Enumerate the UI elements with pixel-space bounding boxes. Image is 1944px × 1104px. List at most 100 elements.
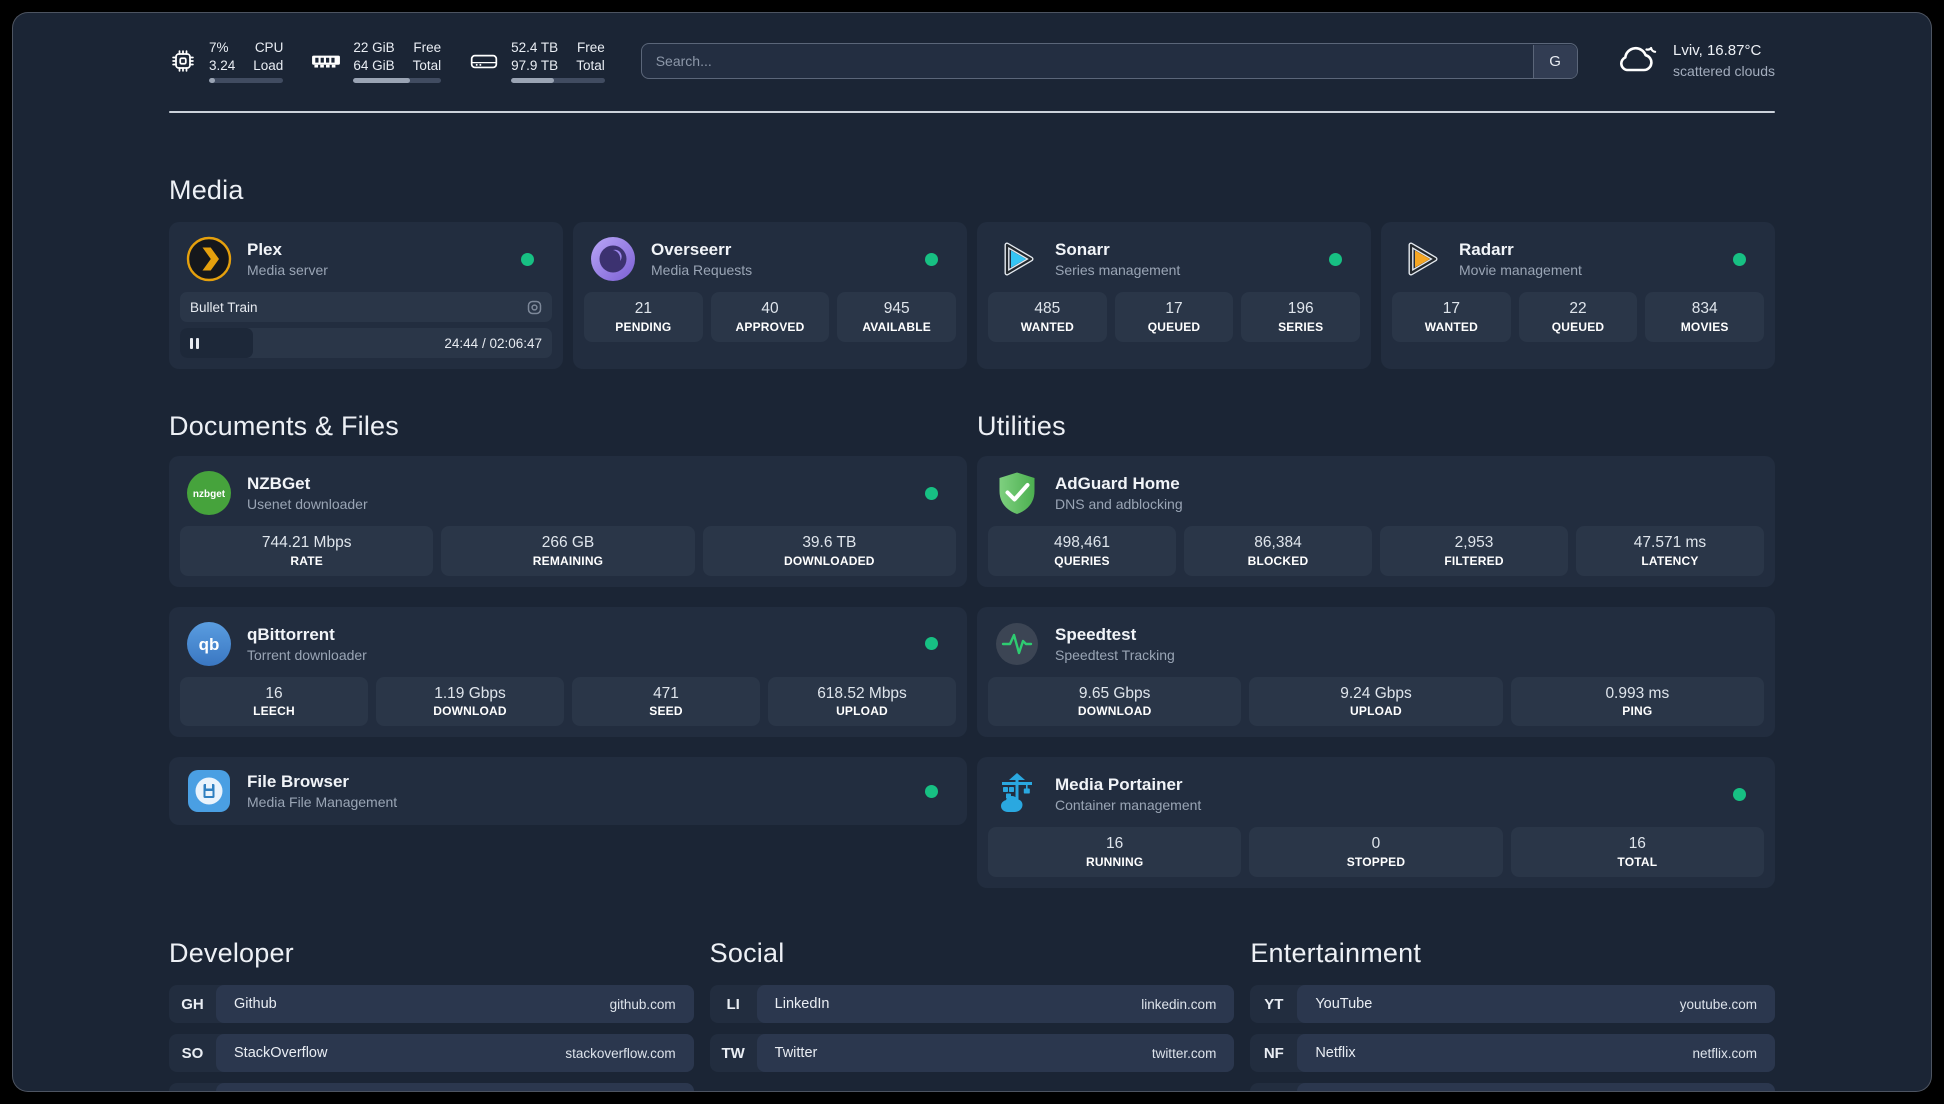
stat-value: 744.21 Mbps (261, 534, 352, 551)
app-card-plex[interactable]: Plex Media server Bullet Train 24:44 / 0… (169, 222, 563, 369)
app-card-adguard[interactable]: AdGuard Home DNS and adblocking 498,461 … (977, 456, 1775, 587)
search-input[interactable] (640, 43, 1579, 79)
stats-row: 485 WANTED 17 QUEUED 196 SERIES (988, 292, 1361, 342)
app-card-filebrowser[interactable]: File Browser Media File Management (169, 757, 967, 826)
now-playing-widget: Bullet Train 24:44 / 02:06:47 (180, 292, 552, 358)
stat-label: UPLOAD (1350, 704, 1402, 719)
bookmark-name: StackOverflow (234, 1045, 328, 1062)
cpu-progress-bar (209, 78, 284, 84)
stat-box: 266 GB REMAINING (441, 526, 695, 576)
weather-widget[interactable]: Lviv, 16.87°C scattered clouds (1614, 41, 1775, 80)
stat-label: LEECH (253, 704, 295, 719)
section-heading-social: Social (709, 938, 785, 969)
search-engine-button[interactable]: G (1532, 44, 1577, 78)
app-card-overseerr[interactable]: Overseerr Media Requests 21 PENDING 40 A… (573, 222, 967, 369)
bookmark-name: Netflix (1315, 1045, 1356, 1062)
bookmark-body: DEV dev.to (216, 1083, 694, 1091)
stat-value: 9.65 Gbps (1078, 684, 1151, 702)
app-card-portainer[interactable]: Media Portainer Container management 16 … (977, 757, 1775, 889)
app-subtitle: Usenet downloader (247, 495, 368, 512)
bookmark-body: Netflix netflix.com (1297, 1034, 1775, 1073)
bookmark-link[interactable]: DT DEV dev.to (169, 1083, 694, 1091)
stat-label: PENDING (615, 319, 672, 334)
bookmark-abbr: NF (1263, 1044, 1284, 1062)
session-target-icon[interactable] (527, 300, 542, 315)
bookmark-abbr: RE (1250, 1083, 1297, 1091)
stat-box: 86,384 BLOCKED (1184, 526, 1372, 576)
app-title: NZBGet (247, 473, 311, 493)
app-card-qbittorrent[interactable]: qb qBittorrent Torrent downloader 16 LEE… (169, 606, 967, 738)
cpu-usage-value: 7% (209, 39, 229, 55)
stat-box: 17 WANTED (1392, 292, 1511, 342)
memory-total-label: Total (412, 57, 442, 73)
app-title: Sonarr (1055, 239, 1110, 259)
app-subtitle: DNS and adblocking (1055, 495, 1183, 512)
bookmark-abbr: GH (181, 995, 204, 1013)
documents-column: Documents & Files nzbget NZBGet Usenet d… (169, 411, 967, 888)
stat-label: QUERIES (1054, 553, 1110, 568)
bookmark-link[interactable]: SO StackOverflow stackoverflow.com (169, 1034, 694, 1073)
app-subtitle: Movie management (1459, 261, 1582, 278)
stat-label: TOTAL (1617, 855, 1658, 870)
stat-label: FILTERED (1444, 553, 1504, 568)
app-subtitle: Speedtest Tracking (1055, 646, 1175, 663)
stat-box: 744.21 Mbps RATE (180, 526, 434, 576)
status-dot (521, 252, 534, 266)
stat-value: 16 (265, 684, 283, 702)
bookmark-link[interactable]: RE Reddit reddit.com (1250, 1083, 1775, 1091)
app-card-radarr[interactable]: Radarr Movie management 17 WANTED 22 QUE… (1381, 222, 1775, 369)
stat-label: STOPPED (1346, 855, 1406, 870)
bookmark-link[interactable]: TW Twitter twitter.com (709, 1034, 1235, 1073)
now-playing-track: Bullet Train (190, 299, 258, 315)
stat-label: MOVIES (1680, 319, 1729, 334)
qbittorrent-icon: qb (186, 621, 232, 667)
bookmark-url: stackoverflow.com (565, 1045, 676, 1061)
bookmark-abbr: SO (181, 1044, 204, 1062)
status-dot (925, 637, 938, 651)
stat-label: AVAILABLE (862, 319, 932, 334)
status-dot (1733, 252, 1746, 266)
app-title: Plex (247, 239, 282, 259)
status-dot (1329, 252, 1342, 266)
disk-stat: 52.4 TB 97.9 TB Free Total (469, 39, 605, 84)
app-subtitle: Media File Management (247, 794, 398, 811)
pause-icon[interactable] (190, 337, 199, 349)
stat-label: SEED (649, 704, 683, 719)
bookmark-link[interactable]: LI LinkedIn linkedin.com (709, 985, 1235, 1024)
stat-box: 485 WANTED (988, 292, 1107, 342)
bookmark-link[interactable]: YT YouTube youtube.com (1250, 985, 1775, 1024)
stat-label: RUNNING (1085, 855, 1144, 870)
stat-box: 39.6 TB DOWNLOADED (702, 526, 956, 576)
dashboard-window: 7% 3.24 CPU Load 22 GiB 64 GiB Free Tota… (12, 12, 1932, 1092)
bookmark-body: Github github.com (216, 985, 694, 1024)
stat-value: 471 (653, 684, 679, 702)
status-dot (1733, 787, 1746, 801)
app-card-nzbget[interactable]: nzbget NZBGet Usenet downloader 744.21 M… (169, 456, 967, 587)
stat-box: 47.571 ms LATENCY (1576, 526, 1764, 576)
app-subtitle: Torrent downloader (247, 646, 367, 663)
stat-label: DOWNLOAD (433, 704, 507, 719)
bookmark-name: Github (234, 996, 277, 1013)
bookmark-name: Twitter (774, 1045, 818, 1062)
cloud-icon (1614, 41, 1660, 80)
overseerr-icon (590, 236, 636, 282)
cpu-icon (169, 47, 197, 75)
bookmark-name: LinkedIn (774, 996, 830, 1013)
app-title: Overseerr (651, 239, 732, 259)
bookmark-body: Reddit reddit.com (1297, 1083, 1775, 1091)
app-card-sonarr[interactable]: Sonarr Series management 485 WANTED 17 Q… (977, 222, 1371, 369)
now-playing-progress-row[interactable]: 24:44 / 02:06:47 (180, 328, 552, 358)
status-dot (925, 252, 938, 266)
app-card-speedtest[interactable]: Speedtest Speedtest Tracking 9.65 Gbps D… (977, 606, 1775, 738)
stat-value: 2,953 (1454, 534, 1494, 551)
bookmark-link[interactable]: NF Netflix netflix.com (1250, 1034, 1775, 1073)
stats-row: 16 RUNNING 0 STOPPED 16 TOTAL (988, 827, 1764, 878)
stat-value: 0 (1371, 835, 1381, 853)
bookmark-link[interactable]: GH Github github.com (169, 985, 694, 1024)
stat-label: QUEUED (1147, 319, 1201, 334)
stat-value: 266 GB (541, 534, 595, 551)
stat-label: APPROVED (735, 319, 805, 334)
cpu-stat: 7% 3.24 CPU Load (169, 39, 284, 84)
developer-bookmark-list: GH Github github.com SO StackOverflow st (169, 985, 694, 1091)
stat-value: 16 (1106, 835, 1124, 853)
